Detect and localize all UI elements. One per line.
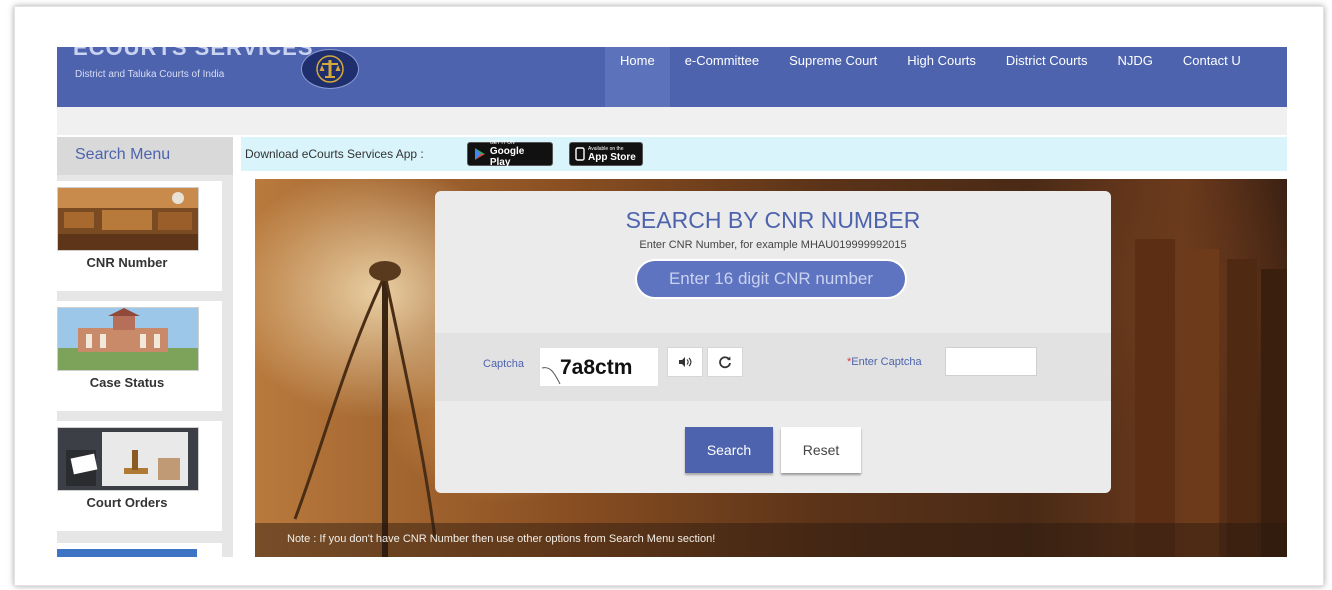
sidebar-item-case-status[interactable]: Case Status — [57, 301, 222, 411]
phone-icon — [575, 147, 585, 161]
sidebar-item-cnr-number[interactable]: CNR Number — [57, 181, 222, 291]
captcha-label: Captcha — [483, 358, 524, 370]
captcha-refresh-button[interactable] — [707, 347, 743, 377]
captcha-audio-button[interactable] — [667, 347, 703, 377]
nav-supreme-court[interactable]: Supreme Court — [774, 47, 892, 107]
note-text: Note : If you don't have CNR Number then… — [287, 533, 716, 545]
site-header: ECOURTS SERVICES District and Taluka Cou… — [57, 47, 1287, 107]
main-nav: Home e-Committee Supreme Court High Cour… — [605, 47, 1256, 107]
app-store-text: App Store — [588, 151, 636, 163]
brand-subtitle: District and Taluka Courts of India — [75, 69, 225, 80]
captcha-image: 7a8ctm — [539, 347, 659, 387]
sidebar-item-label: Court Orders — [86, 495, 168, 510]
captcha-row: Captcha 7a8ctm *Enter Captcha — [435, 333, 1111, 401]
court-emblem-icon — [301, 49, 359, 89]
speaker-icon — [679, 357, 692, 367]
brand-title: ECOURTS SERVICES — [73, 47, 314, 60]
search-menu-title: Search Menu — [57, 137, 233, 175]
captcha-input[interactable] — [945, 347, 1037, 376]
nav-e-committee[interactable]: e-Committee — [670, 47, 774, 107]
google-play-icon — [474, 148, 485, 160]
browser-frame: ECOURTS SERVICES District and Taluka Cou… — [14, 6, 1324, 586]
reset-button[interactable]: Reset — [781, 427, 861, 473]
nav-njdg[interactable]: NJDG — [1103, 47, 1168, 107]
enter-captcha-text: Enter Captcha — [851, 356, 922, 368]
captcha-text: 7a8ctm — [560, 356, 633, 379]
google-play-text: Google Play — [489, 146, 525, 168]
refresh-icon — [719, 356, 731, 369]
search-button[interactable]: Search — [685, 427, 773, 473]
panel-subtitle: Enter CNR Number, for example MHAU019999… — [639, 239, 907, 251]
nav-contact-us[interactable]: Contact U — [1168, 47, 1256, 107]
gavel-icon — [57, 427, 199, 491]
nav-district-courts[interactable]: District Courts — [991, 47, 1103, 107]
cnr-number-input[interactable] — [635, 259, 907, 299]
search-menu-sidebar: Search Menu CNR Number Case Status Court… — [57, 137, 233, 557]
panel-title: SEARCH BY CNR NUMBER — [625, 207, 921, 233]
download-app-strip: Download eCourts Services App : GET IT O… — [241, 137, 1287, 171]
download-label: Download eCourts Services App : — [245, 147, 424, 161]
nav-home[interactable]: Home — [605, 47, 670, 107]
app-store-badge[interactable]: Available on the App Store — [569, 142, 643, 166]
nav-high-courts[interactable]: High Courts — [892, 47, 991, 107]
note-bar: Note : If you don't have CNR Number then… — [255, 523, 1287, 557]
sidebar-item-label: Case Status — [89, 375, 165, 390]
google-play-badge[interactable]: GET IT ON Google Play — [467, 140, 553, 168]
enter-captcha-label: *Enter Captcha — [847, 356, 922, 368]
sidebar-item-court-orders[interactable]: Court Orders — [57, 421, 222, 531]
header-spacer — [57, 107, 1287, 135]
sidebar-item-next[interactable] — [57, 543, 222, 557]
sidebar-item-label: CNR Number — [86, 255, 168, 270]
court-building-icon — [57, 307, 199, 371]
cnr-search-panel: SEARCH BY CNR NUMBER Enter CNR Number, f… — [435, 191, 1111, 493]
court-room-icon — [57, 187, 199, 251]
